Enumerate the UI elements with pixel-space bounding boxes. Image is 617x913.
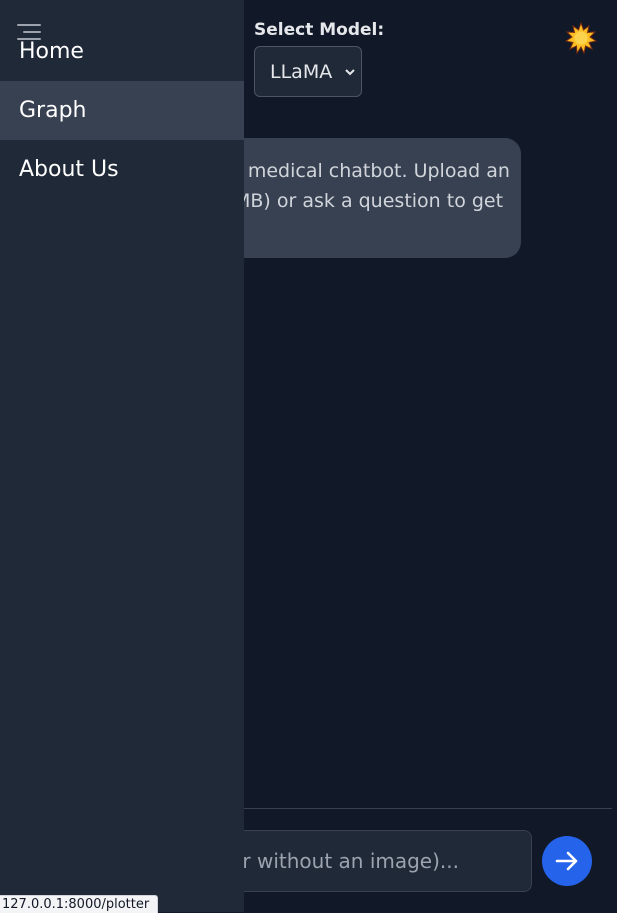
- sidebar-item-graph[interactable]: Graph: [0, 81, 244, 140]
- model-select[interactable]: LLaMA: [254, 46, 362, 97]
- sidebar-item-about-us[interactable]: About Us: [0, 140, 244, 199]
- sidebar-item-label: Home: [19, 39, 84, 64]
- sidebar: Home Graph About Us: [0, 0, 244, 912]
- sidebar-item-label: Graph: [19, 98, 87, 123]
- bot-message-line: r medical chatbot. Upload an: [234, 160, 510, 182]
- send-button[interactable]: [542, 836, 592, 886]
- arrow-right-icon: [555, 851, 578, 871]
- model-selector: Select Model: LLaMA: [254, 20, 384, 97]
- bot-message-bubble: r medical chatbot. Upload an MB) or ask …: [200, 138, 521, 258]
- sun-icon[interactable]: [564, 21, 598, 55]
- sidebar-item-label: About Us: [19, 157, 119, 182]
- model-select-value: LLaMA: [270, 60, 333, 83]
- model-label: Select Model:: [254, 20, 385, 40]
- chevron-down-icon: [345, 68, 355, 75]
- status-bar-url: 127.0.0.1:8000/plotter: [0, 895, 159, 913]
- bot-message-line: MB) or ask a question to get: [234, 190, 504, 212]
- hamburger-icon[interactable]: [17, 22, 41, 42]
